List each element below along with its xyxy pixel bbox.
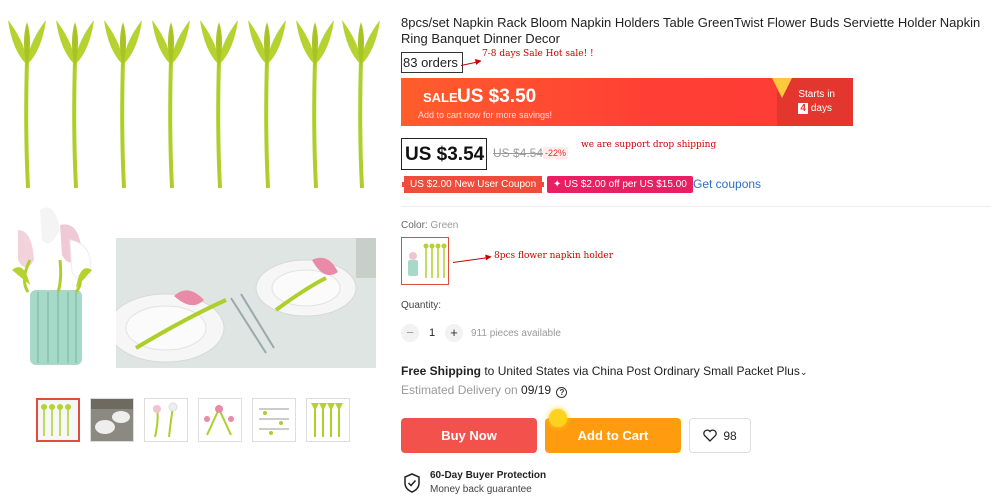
buyer-protection: 60-Day Buyer Protection Money back guara…: [401, 468, 601, 498]
color-label: Color: Green: [401, 220, 458, 231]
price-box: US $3.54: [401, 138, 487, 170]
pieces-available: 911 pieces available: [471, 327, 561, 339]
thumbnail-2[interactable]: [90, 398, 134, 442]
quantity-stepper: − 1 + 911 pieces available: [401, 322, 561, 344]
thumbnail-strip: [36, 398, 356, 442]
color-label-text: Color:: [401, 220, 428, 231]
thumbnail-1[interactable]: [36, 398, 80, 442]
discount-badge: -22%: [543, 147, 569, 159]
protection-subtitle: Money back guarantee: [430, 484, 532, 495]
sale-subtitle: Add to cart now for more savings!: [418, 110, 553, 120]
sale-banner: SALE US $3.50 Add to cart now for more s…: [401, 78, 853, 126]
chevron-down-icon: ⌄: [799, 367, 808, 377]
add-to-cart-button[interactable]: Add to Cart: [545, 418, 681, 453]
estimated-delivery: Estimated Delivery on 09/19 ?: [401, 383, 568, 398]
wishlist-button[interactable]: 98: [689, 418, 751, 453]
main-product-image: [0, 18, 382, 195]
current-price: US $3.54: [405, 144, 485, 165]
free-shipping: Free Shipping: [401, 364, 482, 378]
shipping-info[interactable]: Free Shipping to United States via China…: [401, 364, 807, 378]
table-setting-image: [116, 238, 376, 368]
delivery-label: Estimated Delivery on: [401, 383, 522, 397]
shield-check-icon: [404, 473, 420, 493]
sale-starts: Starts in 4 days: [798, 88, 835, 116]
sparkle-icon: [549, 409, 567, 427]
new-user-coupon[interactable]: US $2.00 New User Coupon: [402, 176, 545, 193]
get-coupons-link[interactable]: Get coupons: [693, 177, 761, 191]
delivery-date: 09/19: [521, 383, 552, 397]
color-value: Green: [430, 220, 459, 231]
protection-title: 60-Day Buyer Protection: [430, 470, 547, 481]
product-info-panel: 8pcs/set Napkin Rack Bloom Napkin Holder…: [401, 0, 996, 504]
heart-icon: [703, 429, 718, 442]
thumbnail-4[interactable]: [198, 398, 242, 442]
days-count: 4: [798, 103, 808, 114]
annotation-arrow: [452, 256, 491, 263]
product-gallery: [0, 0, 390, 504]
quantity-decrease-button[interactable]: −: [401, 324, 419, 342]
spend-coupon[interactable]: ✦ US $2.00 off per US $15.00: [547, 176, 693, 193]
sale-price: US $3.50: [457, 86, 537, 107]
wishlist-count: 98: [723, 428, 737, 443]
flower-buds-illustration: [6, 18, 382, 190]
thumbnail-6[interactable]: [306, 398, 350, 442]
quantity-increase-button[interactable]: +: [445, 324, 463, 342]
shipping-method: to United States via China Post Ordinary…: [481, 364, 800, 378]
thumbnail-3[interactable]: [144, 398, 188, 442]
days-word: days: [810, 103, 832, 114]
annotation-drop-note: we are support drop shipping: [581, 140, 717, 150]
annotation-arrow: [460, 60, 481, 66]
help-icon[interactable]: ?: [556, 387, 568, 398]
sale-ribbon-icon: [772, 78, 792, 98]
annotation-sale-note: 7-8 days Sale Hot sale! !: [482, 49, 594, 59]
color-swatch-green[interactable]: [401, 237, 449, 285]
quantity-label: Quantity:: [401, 300, 442, 311]
starts-days: 4 days: [798, 102, 835, 116]
orders-count: 83 orders: [401, 52, 463, 73]
quantity-value[interactable]: 1: [419, 327, 445, 339]
starts-in-label: Starts in: [798, 89, 835, 100]
divider: [401, 206, 991, 207]
vase-product-image: [0, 200, 110, 375]
product-title: 8pcs/set Napkin Rack Bloom Napkin Holder…: [401, 15, 981, 46]
buy-now-button[interactable]: Buy Now: [401, 418, 537, 453]
thumbnail-5[interactable]: [252, 398, 296, 442]
annotation-holder-note: 8pcs flower napkin holder: [494, 251, 614, 261]
original-price: US $4.54: [493, 146, 544, 160]
sale-label: SALE: [423, 90, 458, 105]
